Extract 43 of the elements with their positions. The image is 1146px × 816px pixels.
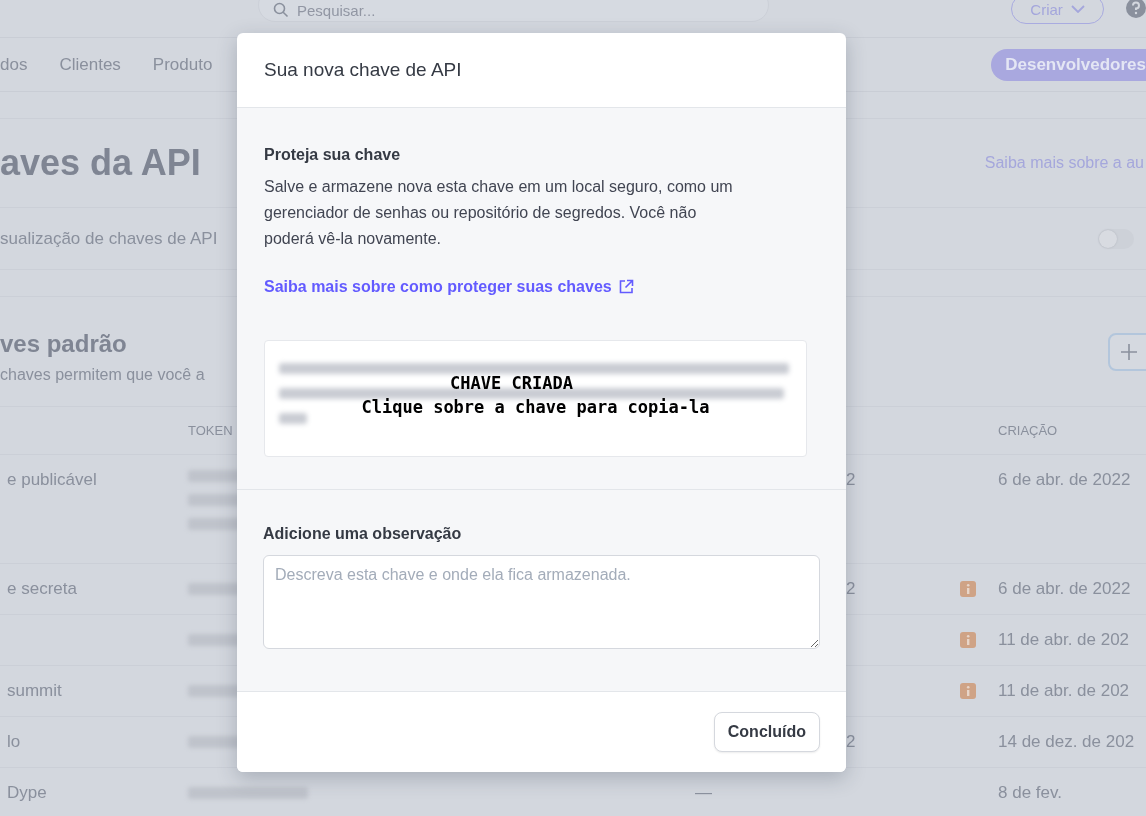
section-title: ves padrão [0,330,128,358]
column-header: TOKEN [188,423,234,438]
plus-icon [1120,343,1138,361]
key-name-cell-text: lo [6,732,22,752]
nav-tab[interactable]: Desenvolvedores [991,48,1146,81]
section-description: chaves permitem que você a [0,366,205,384]
key-name-cell-text: summit [6,681,63,701]
search-icon [273,2,289,18]
api-key-box[interactable]: CHAVE CRIADA Clique sobre a chave para copia-la [264,340,807,457]
date-cell-text: 6 de abr. de 2022 [998,470,1132,490]
note-label: Adicione uma observação [263,525,463,543]
table-cell: 2 [846,732,856,751]
table-cell: 2 [846,579,856,598]
search-field[interactable]: Pesquisar... [258,0,770,22]
date-cell-text: 11 de abr. de 202 [998,630,1131,650]
key-name-cell-text: e secreta [6,579,78,599]
preview-label: sualização de chaves de API [0,228,218,249]
nav-tab[interactable]: Clientes [59,54,121,75]
section-heading: Proteja sua chave [264,146,402,164]
key-created-label: CHAVE CRIADA [450,372,573,395]
nav-tab[interactable]: dos [0,54,28,75]
search-input[interactable]: Pesquisar... [297,1,737,19]
table-cell: 2 [846,470,856,489]
dialog-title: Sua nova chave de API [264,59,462,81]
done-button[interactable]: Concluído [713,712,820,752]
date-cell-text: 14 de dez. de 202 [998,732,1136,752]
learn-more-link[interactable]: Saiba mais sobre como proteger suas chaves [264,278,634,296]
date-cell-text: 8 de fev. [998,783,1063,803]
external-link-icon [617,279,634,295]
warning-text: Salve e armazene nova esta chave em um local seguro, como um gerenciador de senhas ou repositório de segredos. Você não poderá vê-la novamente. [264,177,734,249]
date-cell-text: 11 de abr. de 202 [998,681,1131,701]
nav-tab[interactable]: Produto [152,54,213,75]
table-cell: — [695,783,712,802]
key-name-cell-text: Dype [6,783,48,803]
note-field[interactable]: Descreva esta chave e onde ela fica armazenada. [263,555,820,649]
add-key-button[interactable] [1108,333,1146,371]
page-title: aves da API [0,142,201,184]
date-cell-text: 6 de abr. de 2022 [998,579,1132,599]
column-header: CRIAÇÃO [998,423,1059,438]
copy-hint: Clique sobre a chave para copia-la [361,396,710,419]
chevron-down-icon [1070,5,1085,13]
help-icon[interactable] [1126,0,1146,18]
key-name-cell-text: e publicável [6,470,98,490]
